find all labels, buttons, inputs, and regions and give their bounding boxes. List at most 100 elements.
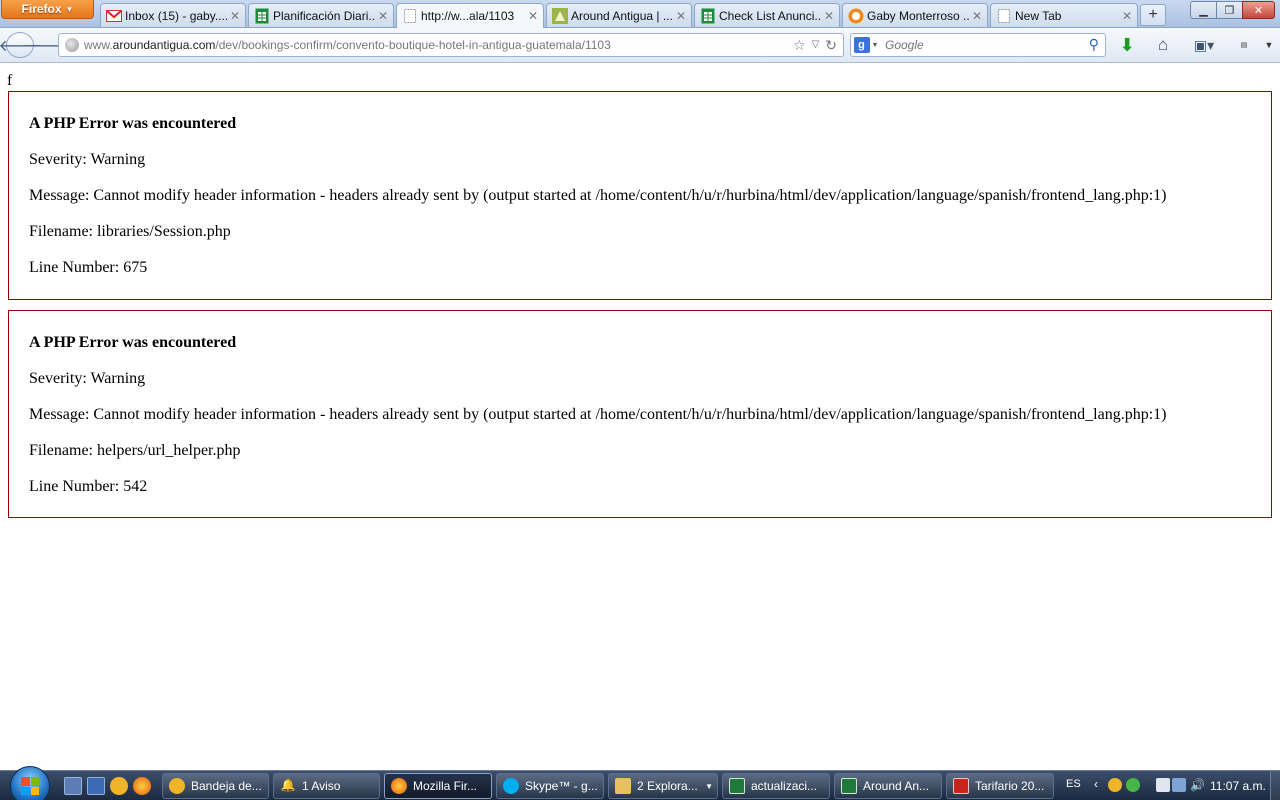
new-tab-button[interactable]: +	[1140, 4, 1166, 26]
status-tray-icon[interactable]	[1126, 778, 1140, 792]
tab-current-page[interactable]: http://w...ala/1103 ✕	[396, 3, 544, 28]
taskbar-item-firefox[interactable]: Mozilla Fir...	[384, 773, 492, 799]
reload-icon[interactable]: ↻	[825, 37, 837, 54]
tab-check-list[interactable]: Check List Anunci... ✕	[694, 3, 840, 27]
tab-label: Check List Anunci...	[719, 8, 821, 23]
tab-label: Around Antigua | ...	[571, 8, 673, 23]
error-message: Message: Cannot modify header informatio…	[29, 406, 1167, 423]
network-icon[interactable]	[1172, 778, 1186, 792]
taskbar-item-label: actualizaci...	[751, 779, 818, 793]
restore-window-button[interactable]: ❐	[1216, 1, 1243, 19]
home-icon: ⌂	[1157, 35, 1169, 54]
mail-icon	[169, 778, 185, 794]
php-error-box: A PHP Error was encountered Severity: Wa…	[8, 91, 1272, 300]
volume-icon[interactable]: 🔊	[1190, 778, 1205, 792]
taskbar-item-around-antigua[interactable]: Around An...	[834, 773, 942, 799]
site-identity-icon[interactable]	[65, 38, 79, 52]
gmail-icon	[106, 8, 122, 24]
taskbar-item-label: Skype™ - g...	[525, 779, 598, 793]
bookmarks-menu-button[interactable]: ▣▾	[1186, 35, 1222, 55]
tab-inbox[interactable]: Inbox (15) - gaby.... ✕	[100, 3, 246, 27]
error-severity: Severity: Warning	[29, 370, 146, 387]
excel-icon	[841, 778, 857, 794]
url-text[interactable]: www.aroundantigua.com/dev/bookings-confi…	[84, 38, 611, 52]
system-tray: ES ‹ 🔊 11:07 a.m.	[1058, 771, 1280, 800]
url-domain: aroundantigua.com	[112, 38, 216, 52]
history-dropdown-icon[interactable]: ▽	[812, 39, 820, 54]
tab-around-antigua[interactable]: Around Antigua | ... ✕	[546, 3, 692, 27]
close-window-button[interactable]: ✕	[1242, 1, 1275, 19]
show-desktop-button[interactable]	[1270, 771, 1280, 800]
excel-icon	[729, 778, 745, 794]
error-severity: Severity: Warning	[29, 151, 146, 168]
toolbar-overflow-button[interactable]: ▼	[1262, 35, 1276, 55]
search-icon[interactable]: ⚲	[1089, 36, 1099, 53]
close-icon[interactable]: ✕	[527, 9, 539, 23]
taskbar-item-explorer[interactable]: 2 Explora... ▼	[608, 773, 718, 799]
firefox-quicklaunch-icon[interactable]	[133, 777, 151, 795]
tab-label: http://w...ala/1103	[421, 9, 515, 23]
navigation-toolbar: 🡐 🡒 www.aroundantigua.com/dev/bookings-c…	[0, 28, 1280, 63]
show-hidden-icons-icon[interactable]: ‹	[1094, 777, 1098, 791]
taskbar-item-label: Around An...	[863, 779, 930, 793]
close-icon[interactable]: ✕	[971, 9, 983, 23]
show-desktop-quicklaunch-icon[interactable]	[64, 777, 82, 795]
minimize-window-button[interactable]: ▁	[1190, 1, 1217, 19]
close-icon[interactable]: ✕	[1121, 9, 1133, 23]
windows-logo-icon	[21, 777, 39, 795]
pdf-icon	[953, 778, 969, 794]
google-icon: g	[853, 37, 870, 53]
search-engine-selector[interactable]: g ▼	[851, 34, 881, 56]
close-icon[interactable]: ✕	[675, 9, 687, 23]
mail-quicklaunch-icon[interactable]	[110, 777, 128, 795]
chat-icon	[848, 8, 864, 24]
bookmark-star-icon[interactable]: ☆	[793, 37, 806, 54]
computer-quicklaunch-icon[interactable]	[87, 777, 105, 795]
taskbar-item-bandeja[interactable]: Bandeja de...	[162, 773, 269, 799]
error-heading: A PHP Error was encountered	[29, 334, 237, 351]
error-line-number: Line Number: 675	[29, 259, 148, 276]
spreadsheet-icon	[254, 8, 270, 24]
close-icon: ✕	[1253, 4, 1264, 17]
error-heading: A PHP Error was encountered	[29, 115, 237, 132]
taskbar-item-actualizacion[interactable]: actualizaci...	[722, 773, 830, 799]
addon-button[interactable]: ▤	[1234, 35, 1254, 55]
start-button[interactable]	[10, 766, 50, 800]
downloads-button[interactable]: ⬇	[1117, 35, 1137, 55]
language-indicator[interactable]: ES	[1066, 778, 1081, 790]
tab-new-tab[interactable]: New Tab ✕	[990, 3, 1138, 27]
blank-page-icon	[996, 8, 1012, 24]
skype-icon	[503, 778, 519, 794]
taskbar-item-aviso[interactable]: 🔔 1 Aviso	[273, 773, 380, 799]
tab-label: Gaby Monterroso ...	[867, 8, 969, 23]
firefox-menu-button[interactable]: Firefox ▼	[1, 0, 94, 19]
taskbar-item-skype[interactable]: Skype™ - g...	[496, 773, 604, 799]
bell-icon: 🔔	[280, 778, 296, 792]
url-prefix: www.	[84, 38, 113, 52]
tab-gaby-monterroso[interactable]: Gaby Monterroso ... ✕	[842, 3, 988, 27]
folder-icon	[615, 778, 631, 794]
tab-planificacion[interactable]: Planificación Diari... ✕	[248, 3, 394, 27]
clock[interactable]: 11:07 a.m.	[1210, 779, 1266, 793]
address-bar[interactable]: www.aroundantigua.com/dev/bookings-confi…	[58, 33, 844, 57]
search-bar: g ▼ ⚲	[850, 33, 1106, 57]
taskbar-item-label: Tarifario 20...	[975, 779, 1045, 793]
taskbar-item-tarifario[interactable]: Tarifario 20...	[946, 773, 1054, 799]
taskbar-item-label: Bandeja de...	[191, 779, 262, 793]
device-tray-icon[interactable]	[1156, 778, 1170, 792]
error-line-number: Line Number: 542	[29, 478, 148, 495]
chevron-down-icon: ▼	[705, 781, 713, 791]
tab-label: New Tab	[1015, 8, 1062, 23]
forward-button[interactable]: 🡒	[23, 33, 66, 57]
url-path: /dev/bookings-confirm/convento-boutique-…	[215, 38, 611, 52]
mail-tray-icon[interactable]	[1108, 778, 1122, 792]
close-icon[interactable]: ✕	[377, 9, 389, 23]
firefox-menu-label: Firefox	[21, 2, 62, 16]
taskbar-item-label: 1 Aviso	[302, 779, 341, 793]
site-favicon-icon	[552, 7, 568, 24]
home-button[interactable]: ⌂	[1152, 35, 1174, 55]
download-arrow-icon: ⬇	[1119, 34, 1135, 55]
close-icon[interactable]: ✕	[823, 9, 835, 23]
close-icon[interactable]: ✕	[229, 9, 241, 23]
search-input[interactable]	[881, 38, 1071, 52]
